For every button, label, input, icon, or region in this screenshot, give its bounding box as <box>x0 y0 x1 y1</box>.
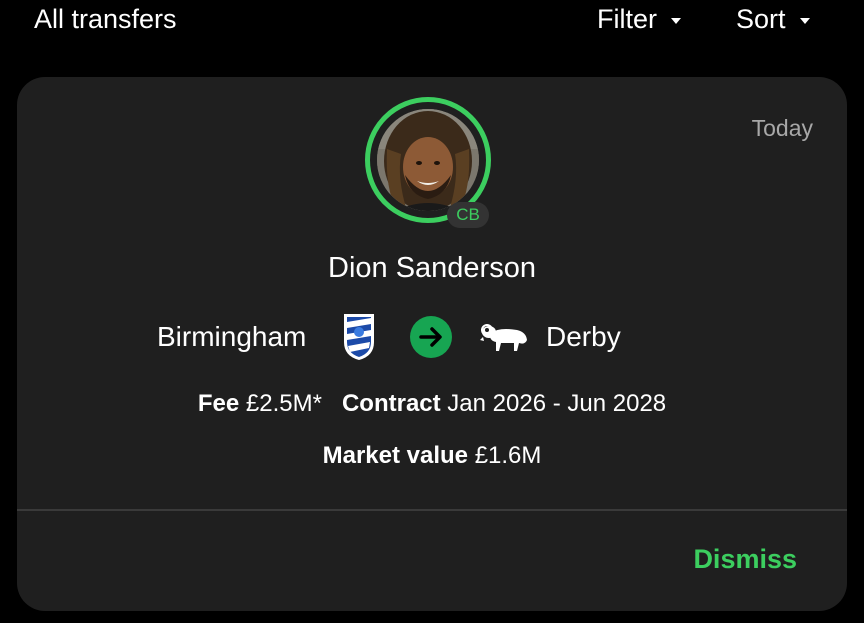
avatar <box>377 109 479 211</box>
player-photo-icon <box>377 109 479 211</box>
caret-down-icon <box>799 18 810 24</box>
from-club-name[interactable]: Birmingham <box>157 321 306 353</box>
caret-down-icon <box>671 18 681 24</box>
derby-crest-icon[interactable] <box>479 321 529 353</box>
card-divider <box>17 509 847 511</box>
transfer-clubs-row: Birmingham Derby <box>17 309 847 365</box>
position-badge: CB <box>447 202 489 228</box>
fee-label: Fee <box>197 390 240 417</box>
birmingham-crest-icon[interactable] <box>340 312 378 362</box>
page-title: All transfers <box>34 4 177 34</box>
player-avatar-container[interactable]: CB <box>365 97 491 228</box>
transfer-arrow <box>410 316 452 358</box>
transfer-date: Today <box>751 115 813 141</box>
fee-contract-line: Fee £2.5M* Contract Jan 2026 - Jun 2028 <box>17 390 847 418</box>
market-value: £1.6M <box>474 442 542 469</box>
transfer-card[interactable]: Today CB Dion Sanderson Birmingham Derby… <box>17 77 847 611</box>
to-club-name[interactable]: Derby <box>546 321 621 353</box>
fee-value: £2.5M* <box>245 390 322 417</box>
player-name[interactable]: Dion Sanderson <box>17 252 847 285</box>
market-value-label: Market value <box>322 442 469 469</box>
filter-label: Filter <box>597 4 657 34</box>
filter-button[interactable]: Filter <box>597 4 681 35</box>
contract-label: Contract <box>341 390 441 417</box>
sort-button[interactable]: Sort <box>736 4 810 35</box>
dismiss-button[interactable]: Dismiss <box>693 544 797 575</box>
sort-label: Sort <box>736 4 786 34</box>
arrow-right-icon <box>419 327 442 347</box>
contract-value: Jan 2026 - Jun 2028 <box>447 390 667 417</box>
top-bar: All transfers Filter Sort <box>0 0 864 44</box>
market-value-line: Market value £1.6M <box>17 442 847 470</box>
